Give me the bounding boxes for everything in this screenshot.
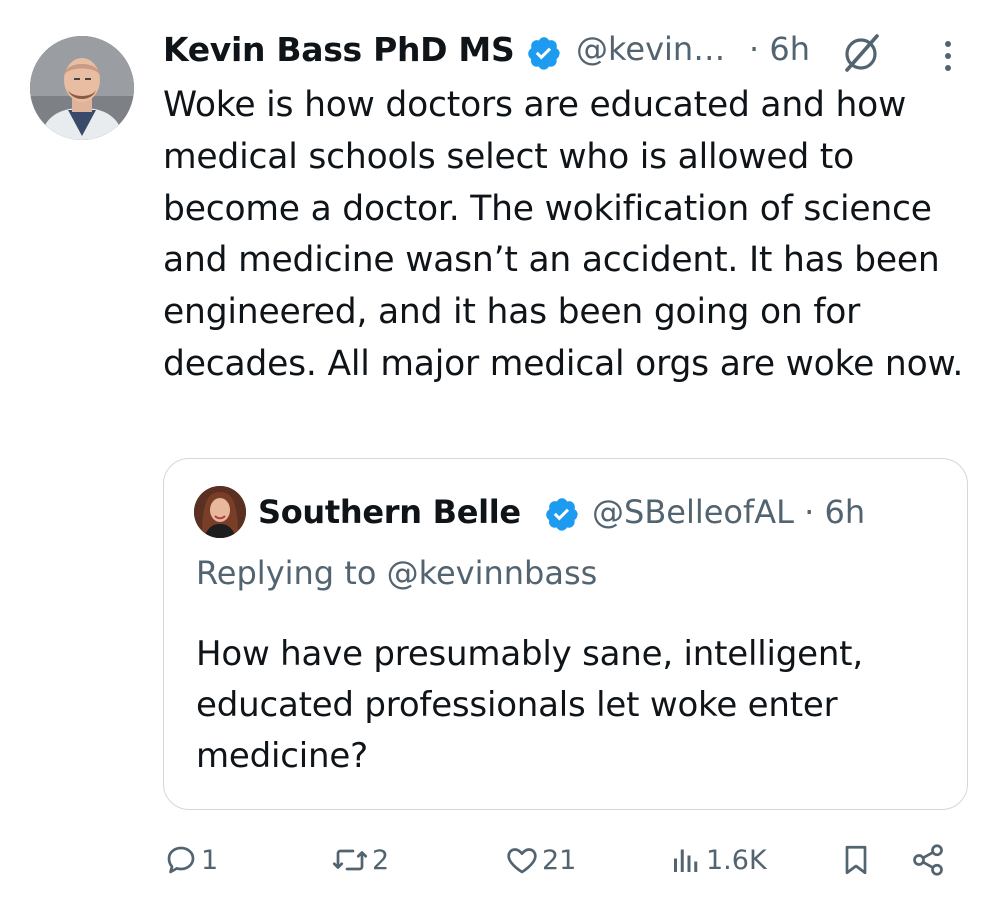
quoted-avatar-image (194, 486, 246, 538)
tweet-text: Woke is how doctors are educated and how… (163, 85, 964, 384)
like-count: 21 (542, 844, 577, 876)
share-icon (913, 844, 943, 876)
author-avatar[interactable] (30, 36, 134, 140)
quoted-author-name[interactable]: Southern Belle (258, 493, 521, 531)
reply-count: 1 (201, 844, 219, 876)
bookmark-button[interactable] (838, 830, 874, 890)
views-count: 1.6K (706, 844, 767, 876)
bookmark-icon (845, 845, 867, 875)
reply-icon (167, 846, 195, 874)
repost-icon (332, 849, 368, 871)
repost-count: 2 (372, 844, 390, 876)
verified-badge-icon (528, 37, 560, 70)
tweet-time[interactable]: · 6h (749, 30, 810, 68)
reply-button[interactable]: 1 (163, 830, 218, 890)
views-button[interactable]: 1.6K (668, 830, 767, 890)
quoted-author-avatar[interactable] (194, 486, 246, 538)
like-icon (507, 848, 537, 874)
action-bar: 1 2 21 1.6K (0, 830, 1000, 890)
share-button[interactable] (910, 830, 946, 890)
views-icon (674, 849, 698, 872)
verified-badge-icon (546, 498, 578, 531)
more-vertical-icon[interactable] (930, 36, 966, 76)
author-name[interactable]: Kevin Bass PhD MS (163, 30, 515, 69)
author-handle[interactable]: @kevin… (576, 30, 725, 68)
quoted-tweet-text: How have presumably sane, intelligent, e… (196, 634, 863, 776)
quoted-tweet[interactable]: Southern Belle @SBelleofAL · 6h Replying… (163, 458, 968, 810)
replying-to: Replying to @kevinnbass (196, 554, 598, 592)
author-avatar-image (30, 36, 134, 140)
repost-button[interactable]: 2 (330, 830, 389, 890)
quoted-handle-time[interactable]: @SBelleofAL · 6h (592, 493, 865, 531)
grok-icon[interactable] (837, 30, 885, 78)
like-button[interactable]: 21 (504, 830, 576, 890)
